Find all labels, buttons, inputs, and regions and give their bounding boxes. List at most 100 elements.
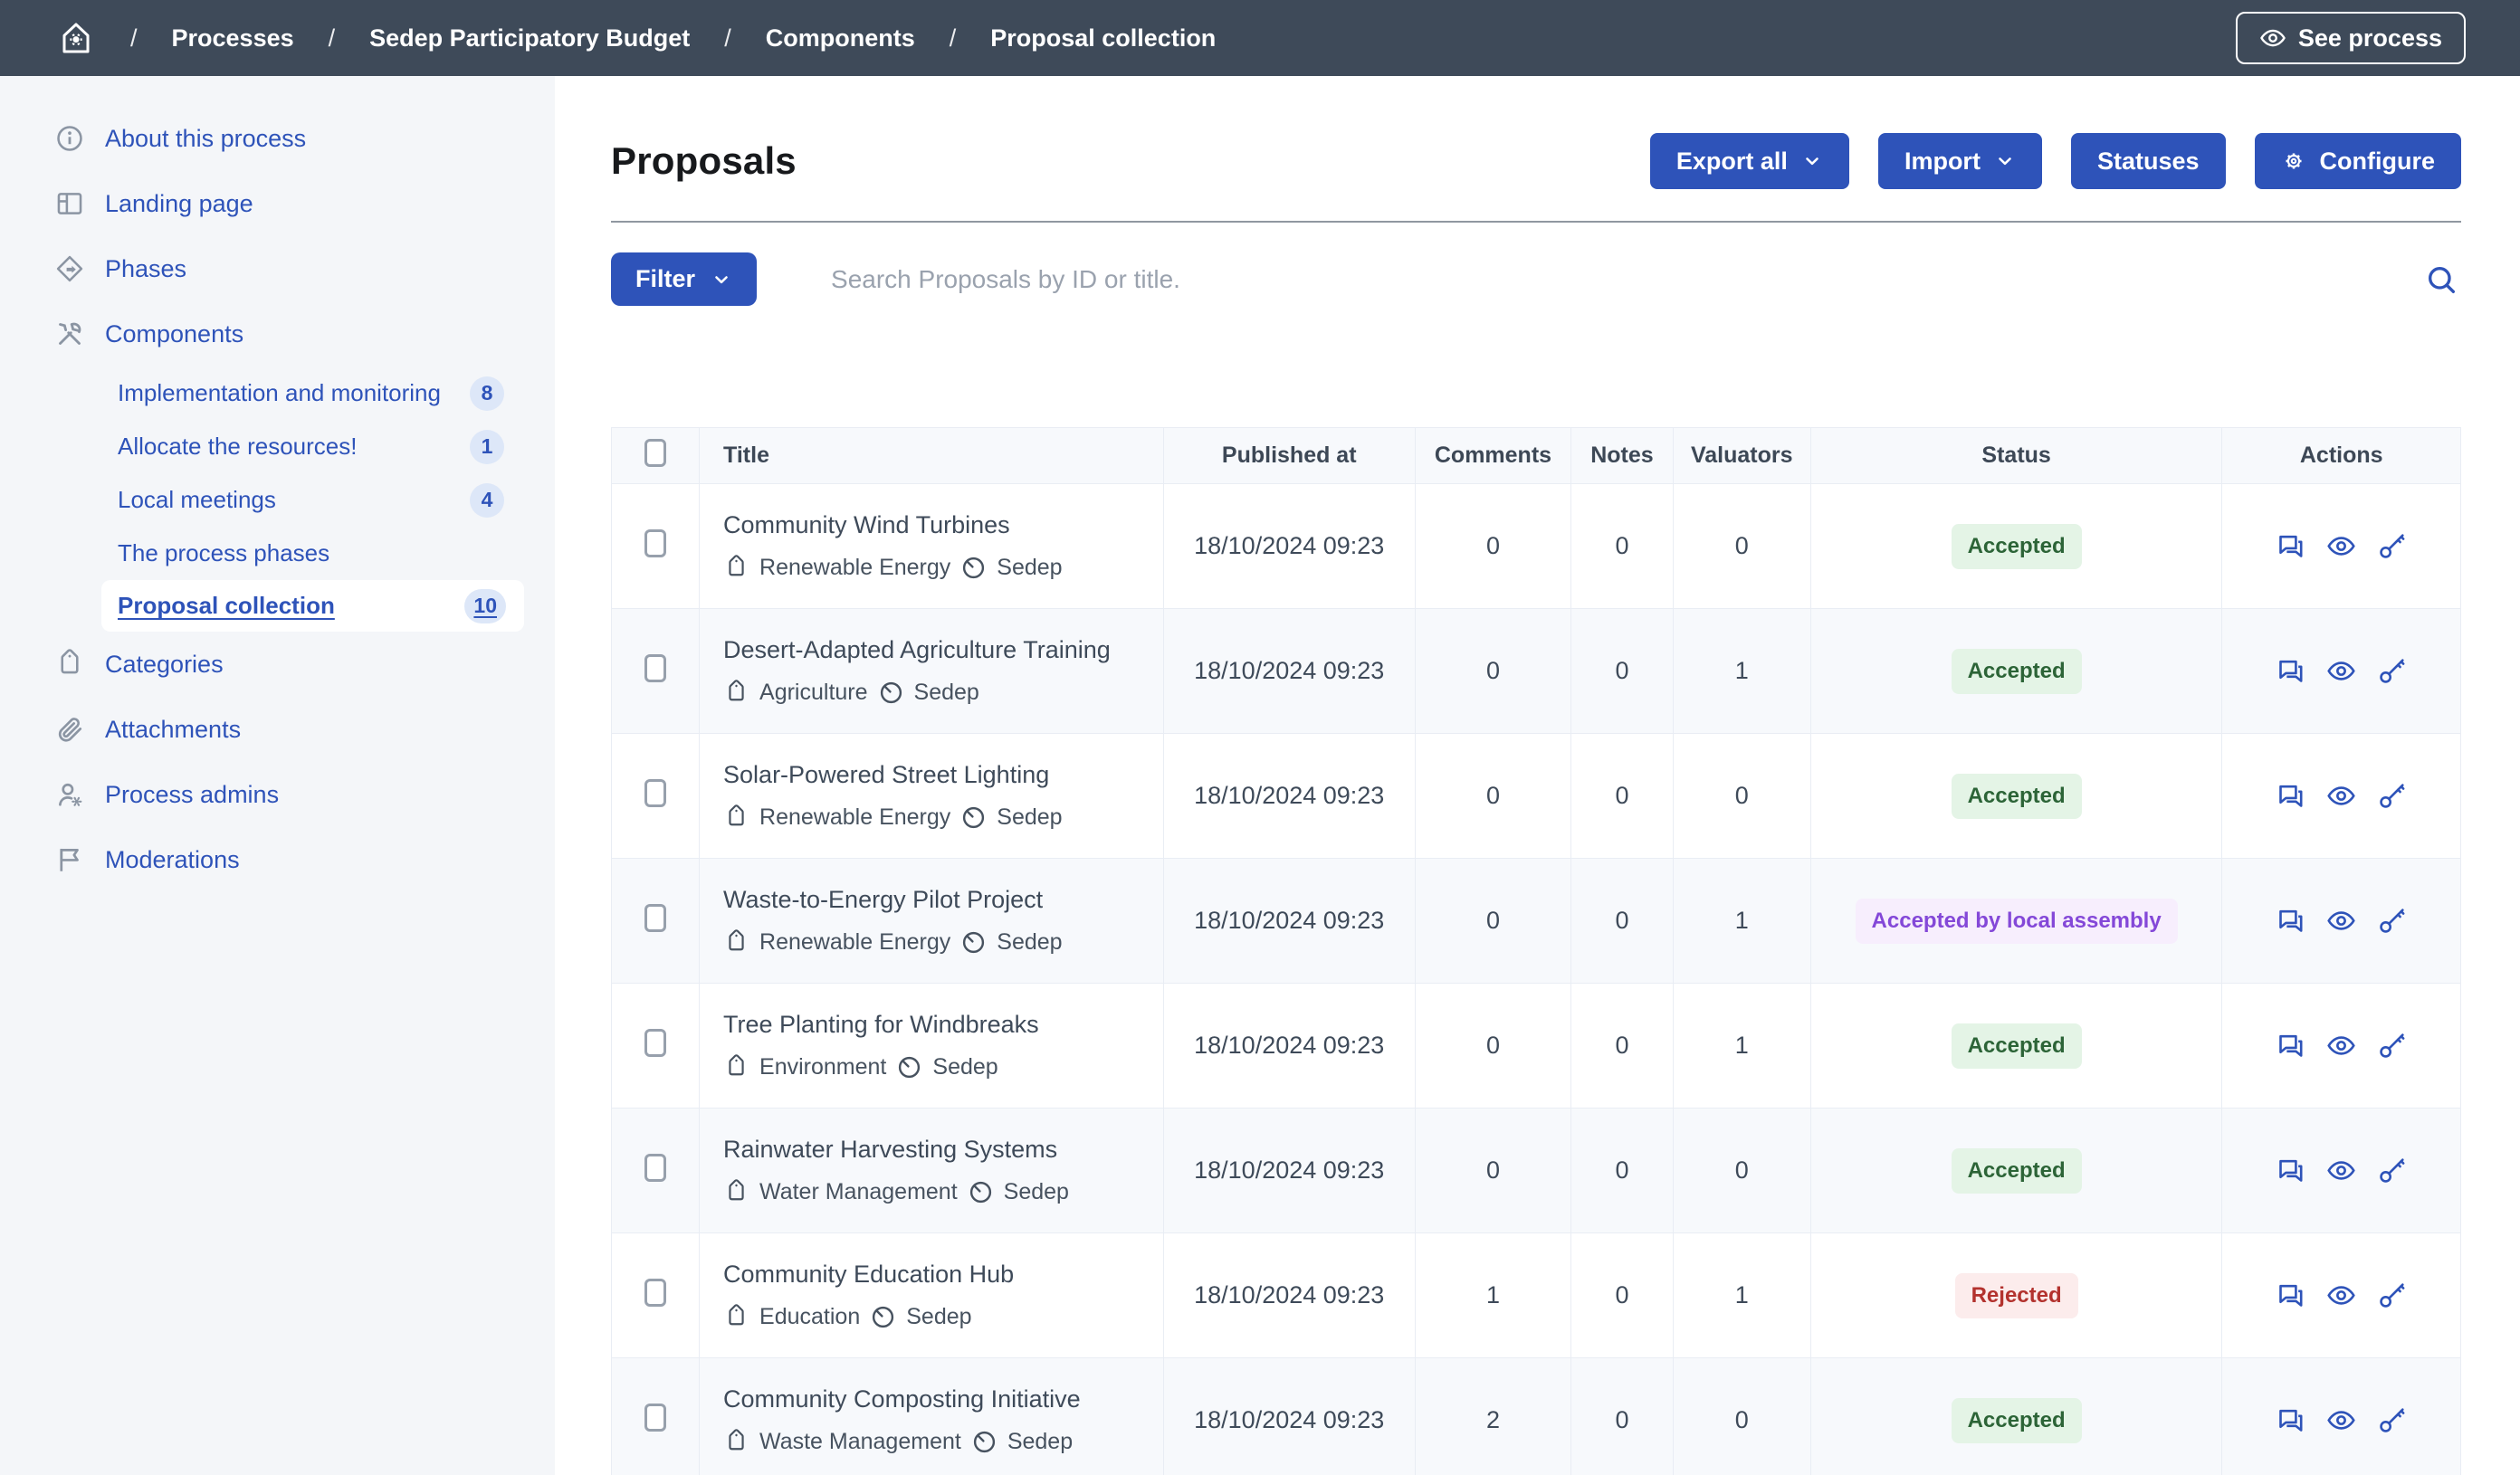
row-checkbox-cell	[612, 484, 700, 609]
category-label: Environment	[759, 1054, 886, 1080]
chevron-down-icon	[711, 269, 732, 290]
row-checkbox[interactable]	[644, 654, 666, 682]
preview-icon[interactable]	[2326, 1280, 2356, 1310]
answer-proposal-icon[interactable]	[2276, 1031, 2305, 1061]
preview-icon[interactable]	[2326, 1405, 2356, 1435]
row-checkbox[interactable]	[644, 1029, 666, 1057]
comments-count: 0	[1415, 859, 1571, 984]
preview-icon[interactable]	[2326, 1031, 2356, 1061]
row-checkbox[interactable]	[644, 779, 666, 807]
answer-proposal-icon[interactable]	[2276, 1405, 2305, 1435]
breadcrumb-item-processes[interactable]: Processes	[172, 24, 294, 52]
proposal-title[interactable]: Desert-Adapted Agriculture Training	[723, 636, 1163, 664]
count-badge: 10	[464, 589, 506, 623]
permissions-key-icon[interactable]	[2377, 1405, 2407, 1435]
search-button[interactable]	[2421, 262, 2461, 298]
preview-icon[interactable]	[2326, 781, 2356, 811]
see-process-button[interactable]: See process	[2236, 12, 2466, 64]
export-all-button[interactable]: Export all	[1650, 133, 1849, 189]
scope-icon	[960, 929, 987, 956]
breadcrumb-separator: /	[329, 24, 336, 52]
permissions-key-icon[interactable]	[2377, 781, 2407, 811]
proposal-title[interactable]: Community Composting Initiative	[723, 1385, 1163, 1413]
permissions-key-icon[interactable]	[2377, 906, 2407, 936]
permissions-key-icon[interactable]	[2377, 656, 2407, 686]
row-checkbox[interactable]	[644, 904, 666, 932]
direction-icon	[54, 253, 85, 284]
sidebar-item-label: Phases	[105, 255, 186, 283]
answer-proposal-icon[interactable]	[2276, 1156, 2305, 1185]
comments-count: 0	[1415, 609, 1571, 734]
published-at-value: 18/10/2024 09:23	[1163, 1358, 1415, 1475]
permissions-key-icon[interactable]	[2377, 1031, 2407, 1061]
sidebar-item-local-meetings[interactable]: Local meetings4	[0, 473, 555, 527]
sidebar-item-landing-page[interactable]: Landing page	[0, 171, 555, 236]
user-gear-icon	[54, 779, 85, 810]
row-checkbox[interactable]	[644, 1279, 666, 1307]
sidebar-item-phases[interactable]: Phases	[0, 236, 555, 301]
permissions-key-icon[interactable]	[2377, 1280, 2407, 1310]
sidebar-item-label: Components	[105, 320, 243, 348]
answer-proposal-icon[interactable]	[2276, 781, 2305, 811]
scope-icon	[870, 1304, 896, 1330]
proposal-title[interactable]: Waste-to-Energy Pilot Project	[723, 886, 1163, 914]
sidebar-item-proposal-collection[interactable]: Proposal collection10	[101, 580, 524, 632]
sidebar-item-categories[interactable]: Categories	[0, 632, 555, 697]
row-checkbox[interactable]	[644, 529, 666, 557]
page-header: Proposals Export all Import Statuses	[611, 133, 2461, 189]
sidebar-item-moderations[interactable]: Moderations	[0, 827, 555, 892]
notes-count: 0	[1571, 1233, 1673, 1358]
select-all-checkbox[interactable]	[644, 439, 666, 467]
proposal-title[interactable]: Tree Planting for Windbreaks	[723, 1011, 1163, 1039]
sidebar-item-process-admins[interactable]: Process admins	[0, 762, 555, 827]
preview-icon[interactable]	[2326, 1156, 2356, 1185]
preview-icon[interactable]	[2326, 906, 2356, 936]
search-icon	[2423, 262, 2459, 298]
sidebar-item-about-this-process[interactable]: About this process	[0, 106, 555, 171]
permissions-key-icon[interactable]	[2377, 531, 2407, 561]
preview-icon[interactable]	[2326, 531, 2356, 561]
row-checkbox[interactable]	[644, 1404, 666, 1432]
row-checkbox[interactable]	[644, 1154, 666, 1182]
breadcrumb-item-proposal-collection[interactable]: Proposal collection	[990, 24, 1216, 52]
import-button[interactable]: Import	[1878, 133, 2042, 189]
notes-count: 0	[1571, 734, 1673, 859]
sidebar-item-label: Local meetings	[118, 486, 470, 514]
category-label: Renewable Energy	[759, 929, 950, 956]
scope-label: Sedep	[997, 555, 1062, 581]
valuators-count: 0	[1673, 484, 1810, 609]
category-label: Education	[759, 1304, 860, 1330]
filter-button[interactable]: Filter	[611, 252, 757, 306]
proposal-title[interactable]: Community Wind Turbines	[723, 511, 1163, 539]
proposal-title[interactable]: Community Education Hub	[723, 1261, 1163, 1289]
header-divider	[611, 221, 2461, 223]
search-input[interactable]	[831, 265, 2421, 294]
category-label: Renewable Energy	[759, 555, 950, 581]
sidebar-item-the-process-phases[interactable]: The process phases	[0, 527, 555, 580]
proposals-table: Title Published at Comments Notes Valuat…	[611, 427, 2461, 1475]
home-icon[interactable]	[58, 20, 94, 56]
proposal-title[interactable]: Rainwater Harvesting Systems	[723, 1136, 1163, 1164]
preview-icon[interactable]	[2326, 656, 2356, 686]
sidebar-item-implementation-and-monitoring[interactable]: Implementation and monitoring8	[0, 366, 555, 420]
configure-button[interactable]: Configure	[2255, 133, 2462, 189]
count-badge: 8	[470, 376, 504, 411]
proposal-tags: Waste Management Sedep	[723, 1429, 1163, 1455]
answer-proposal-icon[interactable]	[2276, 656, 2305, 686]
statuses-button[interactable]: Statuses	[2071, 133, 2226, 189]
scope-icon	[878, 680, 904, 706]
answer-proposal-icon[interactable]	[2276, 531, 2305, 561]
permissions-key-icon[interactable]	[2377, 1156, 2407, 1185]
answer-proposal-icon[interactable]	[2276, 906, 2305, 936]
proposal-title[interactable]: Solar-Powered Street Lighting	[723, 761, 1163, 789]
breadcrumb-item-sedep-participatory-budget[interactable]: Sedep Participatory Budget	[369, 24, 690, 52]
status-badge: Accepted	[1952, 524, 2082, 569]
answer-proposal-icon[interactable]	[2276, 1280, 2305, 1310]
breadcrumb-item-components[interactable]: Components	[766, 24, 915, 52]
sidebar-item-allocate-the-resources[interactable]: Allocate the resources!1	[0, 420, 555, 473]
sidebar-item-components[interactable]: Components	[0, 301, 555, 366]
column-status: Status	[1810, 428, 2222, 484]
notes-count: 0	[1571, 1109, 1673, 1233]
sidebar-item-attachments[interactable]: Attachments	[0, 697, 555, 762]
table-row: Solar-Powered Street Lighting Renewable …	[612, 734, 2461, 859]
